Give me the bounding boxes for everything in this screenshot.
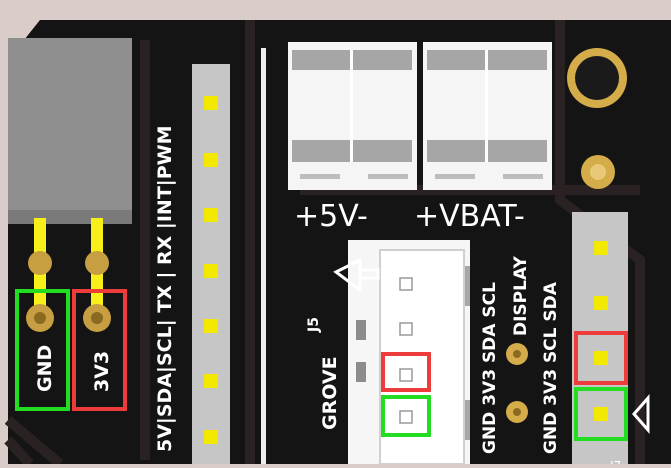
grove-name: GROVE [319,356,341,430]
header-pin [204,208,218,222]
display-pin [594,351,608,365]
gnd-label: GND [34,345,56,392]
grove-pin-labels: GND 3V3 SDA SCL [480,282,500,454]
header-pin [204,374,218,388]
header-pin [204,153,218,167]
header-pin [204,319,218,333]
grove-designator: J5 [306,317,322,333]
pcb-canvas: GND 3V3 5V|SDA|SCL| TX | RX |INT|PWM +5V… [0,0,671,468]
header-pin-labels: 5V|SDA|SCL| TX | RX |INT|PWM [154,125,176,452]
power-connector-vbat [423,42,552,190]
header-pin [204,430,218,444]
silkscreen-divider [261,48,266,464]
power-connector-5v [288,42,417,190]
cable-housing [8,38,132,218]
pcb-photo: GND 3V3 5V|SDA|SCL| TX | RX |INT|PWM +5V… [0,0,671,468]
header-pin [204,96,218,110]
display-pad-1-hole [513,350,521,358]
via-pad-inner [590,164,606,180]
vbat-label: +VBAT- [414,199,525,234]
display-pin-labels: GND 3V3 SCL SDA [541,281,561,454]
display-pin [594,407,608,421]
plus5v-label: +5V- [294,199,368,234]
cable-housing-lip [8,210,132,224]
display-pin [594,241,608,255]
3v3-label: 3V3 [91,351,113,392]
display-pad-2-hole [513,408,521,416]
header-pin [204,264,218,278]
display-designator: J7 [609,459,621,464]
display-label: DISPLAY [511,255,531,336]
display-pin [594,296,608,310]
mounting-hole-center [575,56,619,100]
